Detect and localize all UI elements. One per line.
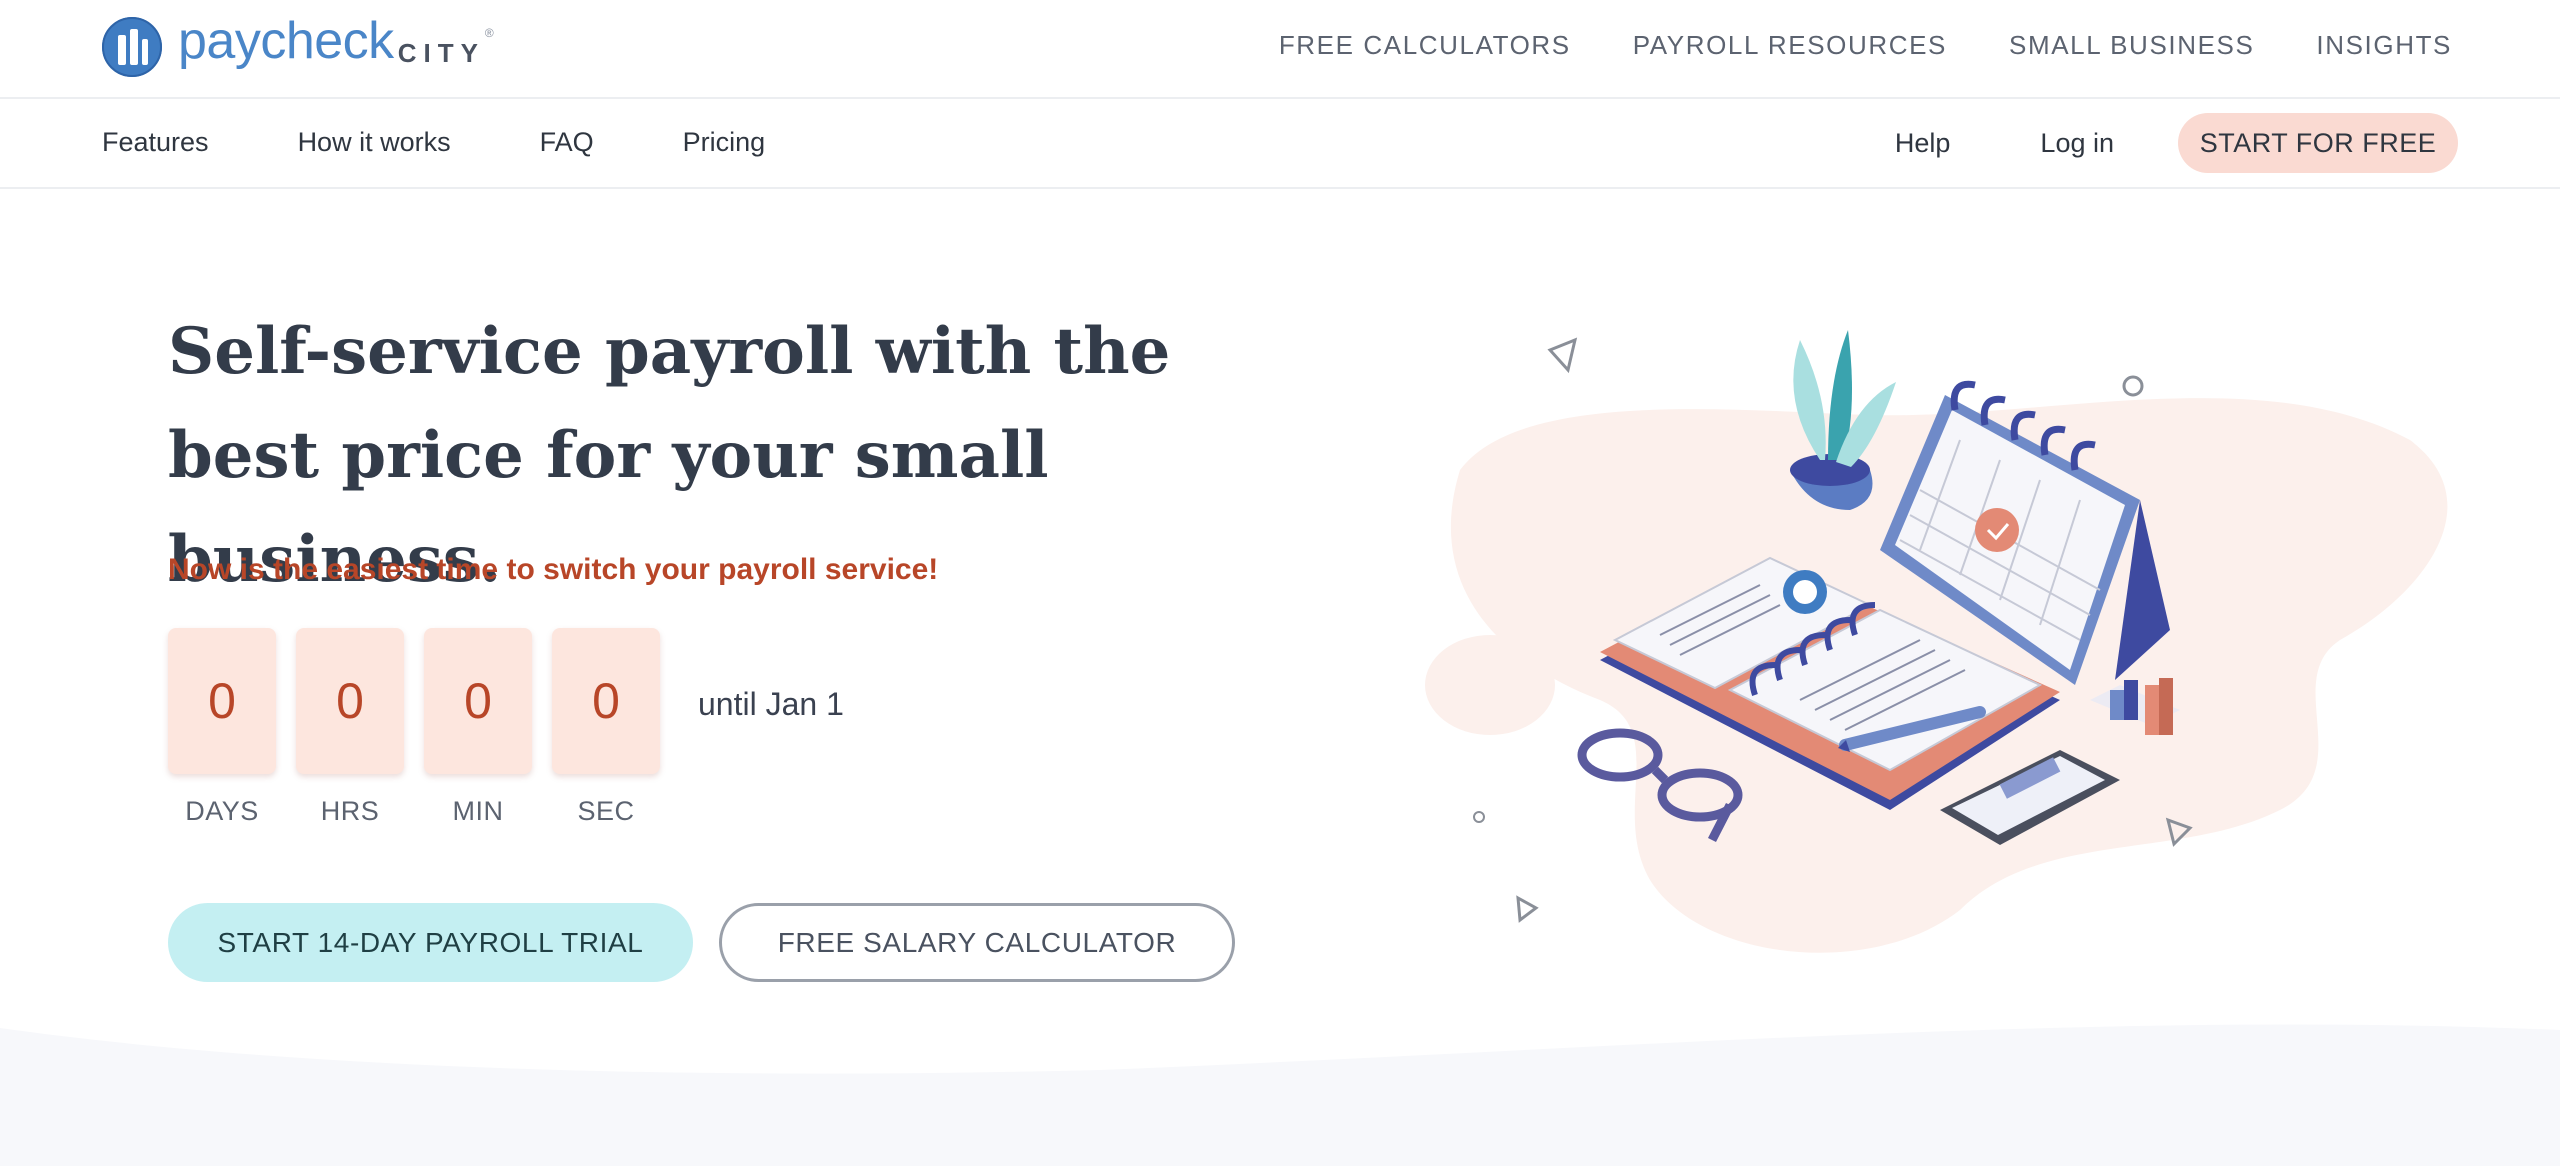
countdown-days: 0 DAYS xyxy=(168,628,276,827)
salary-calculator-button[interactable]: FREE SALARY CALCULATOR xyxy=(719,903,1235,982)
top-nav-small-business[interactable]: SMALL BUSINESS xyxy=(2009,30,2254,61)
circle-icon xyxy=(2122,375,2144,397)
logo-text: paycheck xyxy=(178,12,394,70)
triangle-icon xyxy=(1547,337,1578,374)
hero-illustration xyxy=(1425,330,2448,953)
bottom-wave xyxy=(0,1024,2560,1166)
start-trial-button[interactable]: START 14-DAY PAYROLL TRIAL xyxy=(168,903,693,982)
help-link[interactable]: Help xyxy=(1895,128,1951,159)
countdown-days-value: 0 xyxy=(168,628,276,774)
countdown-hours: 0 HRS xyxy=(296,628,404,827)
triangle-icon xyxy=(1516,895,1539,923)
start-for-free-button[interactable]: START FOR FREE xyxy=(2178,113,2458,173)
top-nav-payroll-resources[interactable]: PAYROLL RESOURCES xyxy=(1633,30,1947,61)
top-bar: paycheck CITY ® FREE CALCULATORS PAYROLL… xyxy=(0,0,2560,99)
countdown-minutes-label: MIN xyxy=(452,796,504,826)
top-nav: FREE CALCULATORS PAYROLL RESOURCES SMALL… xyxy=(1279,30,2452,61)
nav-faq[interactable]: FAQ xyxy=(540,127,594,158)
countdown-seconds-label: SEC xyxy=(577,796,635,826)
top-nav-insights[interactable]: INSIGHTS xyxy=(2316,30,2452,61)
countdown: 0 DAYS 0 HRS 0 MIN 0 SEC xyxy=(168,628,660,827)
countdown-until-text: until Jan 1 xyxy=(698,686,844,722)
countdown-seconds-value: 0 xyxy=(552,628,660,774)
nav-features[interactable]: Features xyxy=(102,127,209,158)
account-nav: Help Log in START FOR FREE xyxy=(1895,113,2458,173)
nav-pricing[interactable]: Pricing xyxy=(683,127,766,158)
countdown-hours-value: 0 xyxy=(296,628,404,774)
login-link[interactable]: Log in xyxy=(2040,128,2114,159)
countdown-minutes-value: 0 xyxy=(424,628,532,774)
countdown-minutes: 0 MIN xyxy=(424,628,532,827)
dot-icon xyxy=(1473,811,1485,823)
nav-how-it-works[interactable]: How it works xyxy=(298,127,451,158)
background-blob-small xyxy=(1425,635,1555,735)
logo-mark-icon xyxy=(102,17,162,77)
registered-mark: ® xyxy=(484,26,494,40)
logo-text-suffix: CITY xyxy=(397,37,485,68)
countdown-hours-label: HRS xyxy=(320,796,380,826)
logo[interactable]: paycheck CITY ® xyxy=(100,12,494,82)
product-nav: Features How it works FAQ Pricing Help L… xyxy=(0,101,2560,189)
countdown-seconds: 0 SEC xyxy=(552,628,660,827)
top-nav-free-calculators[interactable]: FREE CALCULATORS xyxy=(1279,30,1571,61)
product-nav-links: Features How it works FAQ Pricing xyxy=(102,127,765,158)
countdown-days-label: DAYS xyxy=(185,796,259,826)
hero-subtitle: Now is the easiest time to switch your p… xyxy=(168,553,939,586)
